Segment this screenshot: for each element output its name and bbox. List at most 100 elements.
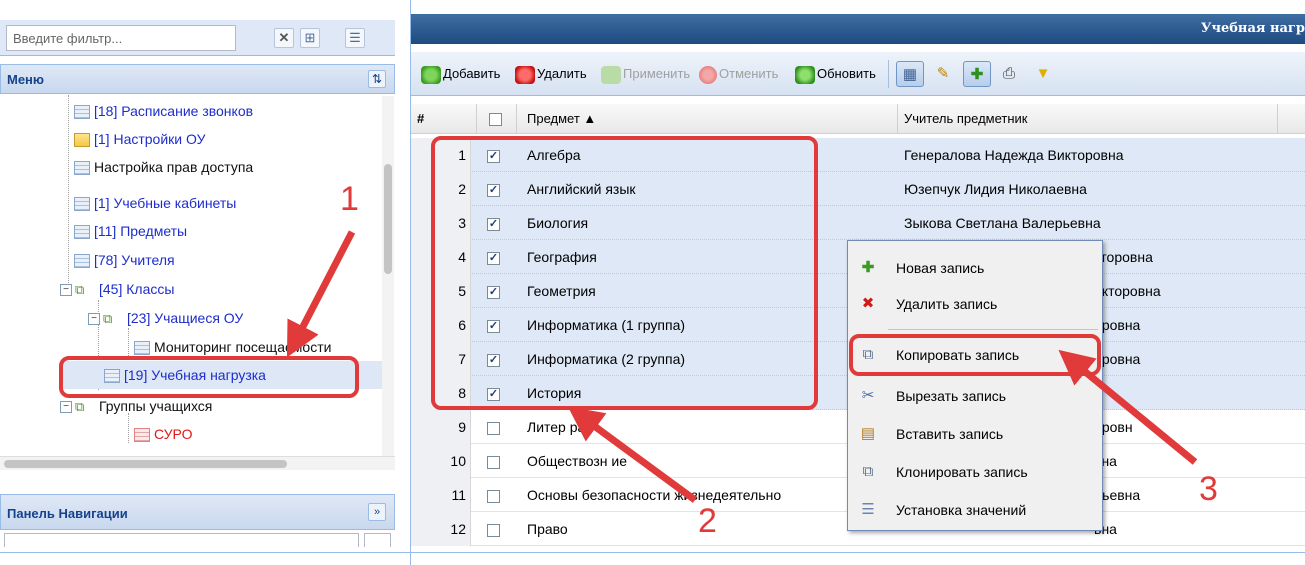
- collapse-node-icon[interactable]: −: [88, 313, 100, 326]
- grid-view-icon[interactable]: ▦: [896, 61, 924, 87]
- tree-item-bell-schedule[interactable]: [18] Расписание звонков: [74, 97, 253, 125]
- tree-item-ou-settings[interactable]: [1] Настройки ОУ: [74, 125, 205, 153]
- annotation-box-3: [849, 334, 1101, 376]
- checkbox-icon[interactable]: [487, 489, 500, 503]
- paste-icon: ▤: [860, 425, 876, 442]
- table-icon: [134, 428, 150, 443]
- tree-item-classrooms[interactable]: [1] Учебные кабинеты: [74, 189, 236, 217]
- tree-vertical-scrollbar[interactable]: [382, 96, 394, 456]
- checkbox-icon[interactable]: [487, 421, 500, 435]
- refresh-button[interactable]: Обновить: [795, 62, 876, 86]
- menu-item-set-values[interactable]: ☰ Установка значений: [848, 493, 1102, 527]
- context-menu: ✚ Новая запись ✖ Удалить запись ⧉ Копироват…: [847, 240, 1103, 531]
- menu-header[interactable]: Меню ⇅: [0, 64, 395, 94]
- column-teacher[interactable]: Учитель предметник: [898, 104, 1278, 134]
- menu-item-new[interactable]: ✚ Новая запись: [848, 251, 1102, 285]
- scrollbar-thumb[interactable]: [384, 164, 392, 274]
- grid-toolbar: Добавить Удалить Применить Отменить Обно…: [411, 52, 1305, 96]
- left-panel: ✕ ⊞ ☰ Меню ⇅ [18] Расписание звонков [1]…: [0, 0, 395, 565]
- table-icon: [74, 225, 90, 240]
- menu-title: Меню: [7, 72, 45, 87]
- tree-item-subjects[interactable]: [11] Предметы: [74, 217, 187, 245]
- table-icon: [74, 161, 90, 176]
- tree-item-suro[interactable]: СУРО: [134, 420, 192, 448]
- tree-item-teachers[interactable]: [78] Учителя: [74, 246, 175, 274]
- list-view-icon[interactable]: ☰: [345, 28, 365, 48]
- settings-table-icon: [74, 133, 90, 148]
- hierarchy-icon: ⧉: [75, 282, 85, 298]
- apply-icon: [601, 65, 621, 84]
- nav-input-button[interactable]: [364, 533, 391, 547]
- annotation-number-2: 2: [698, 502, 717, 540]
- tree-item-students[interactable]: − ⧉ [23] Учащиеся ОУ: [88, 304, 243, 332]
- tree-item-classes[interactable]: − ⧉ [45] Классы: [60, 275, 174, 303]
- filter-input[interactable]: [6, 25, 236, 51]
- clear-filter-icon[interactable]: ✕: [274, 28, 294, 48]
- menu-item-clone[interactable]: ⧉ Клонировать запись: [848, 455, 1102, 489]
- filter-toolbar: ✕ ⊞ ☰: [0, 20, 395, 56]
- checkbox-icon[interactable]: [487, 523, 500, 537]
- select-all-checkbox[interactable]: [489, 113, 502, 127]
- teacher-cell: Юзепчук Лидия Николаевна: [904, 181, 1087, 197]
- column-select-all[interactable]: [477, 104, 517, 134]
- checkbox-icon[interactable]: [487, 455, 500, 469]
- row-checkbox-cell[interactable]: [487, 410, 517, 444]
- grid-header: # Предмет ▲ Учитель предметник: [411, 104, 1305, 134]
- toolbar-separator: [888, 60, 889, 88]
- scissors-icon: ✂: [861, 387, 875, 404]
- row-number: 11: [411, 478, 471, 512]
- row-number: 12: [411, 512, 471, 546]
- menu-item-cut[interactable]: ✂ Вырезать запись: [848, 379, 1102, 413]
- nav-panel-header[interactable]: Панель Навигации »: [0, 494, 395, 530]
- tree-item-access-rights[interactable]: Настройка прав доступа: [74, 153, 253, 181]
- subject-cell: Литер ра: [527, 419, 586, 435]
- hierarchy-icon: ⧉: [75, 399, 85, 415]
- collapse-node-icon[interactable]: −: [60, 401, 72, 414]
- cancel-button[interactable]: Отменить: [699, 62, 778, 86]
- tree-connector: [68, 95, 69, 295]
- table-icon: [74, 197, 90, 212]
- tree-horizontal-scrollbar[interactable]: [0, 456, 395, 470]
- tree-connector: [128, 328, 129, 358]
- nav-panel-title: Панель Навигации: [7, 506, 128, 521]
- teacher-cell: Зыкова Светлана Валерьевна: [904, 215, 1101, 231]
- column-number[interactable]: #: [411, 104, 477, 134]
- annotation-number-1: 1: [340, 180, 359, 218]
- collapse-menu-icon[interactable]: ⇅: [368, 70, 386, 88]
- table-icon: [134, 341, 150, 356]
- annotation-number-3: 3: [1199, 470, 1218, 508]
- delete-button[interactable]: Удалить: [515, 62, 587, 86]
- add-button[interactable]: Добавить: [421, 62, 500, 86]
- add-row-icon[interactable]: ✚: [963, 61, 991, 87]
- add-icon: ✚: [861, 259, 875, 276]
- table-icon: [74, 254, 90, 269]
- collapse-node-icon[interactable]: −: [60, 284, 72, 297]
- print-icon[interactable]: ⎙: [995, 61, 1023, 87]
- expand-panel-icon[interactable]: »: [368, 503, 386, 521]
- expand-tree-icon[interactable]: ⊞: [300, 28, 320, 48]
- nav-input[interactable]: [4, 533, 359, 547]
- hierarchy-icon: ⧉: [103, 311, 113, 327]
- main-title: Учебная нагр: [1200, 21, 1305, 36]
- row-checkbox-cell[interactable]: [487, 512, 517, 546]
- column-subject[interactable]: Предмет ▲: [517, 104, 898, 134]
- annotation-box-2: [431, 136, 818, 410]
- menu-item-delete[interactable]: ✖ Удалить запись: [848, 287, 1102, 321]
- row-checkbox-cell[interactable]: [487, 478, 517, 512]
- nav-panel-body: [0, 531, 395, 551]
- subject-cell: Обществозн ие: [527, 453, 628, 469]
- scrollbar-thumb[interactable]: [4, 460, 287, 468]
- menu-separator: [888, 329, 1098, 330]
- main-title-bar: Учебная нагр: [411, 14, 1305, 44]
- clone-icon: ⧉: [862, 463, 874, 480]
- row-number: 9: [411, 410, 471, 444]
- row-checkbox-cell[interactable]: [487, 444, 517, 478]
- add-icon: [421, 65, 441, 84]
- delete-icon: [515, 65, 535, 84]
- menu-item-paste[interactable]: ▤ Вставить запись: [848, 417, 1102, 451]
- apply-button[interactable]: Применить: [601, 62, 690, 86]
- delete-icon: ✖: [861, 295, 875, 312]
- filter-icon[interactable]: ▼: [1029, 61, 1057, 87]
- edit-icon[interactable]: ✎: [929, 61, 957, 87]
- refresh-icon: [795, 65, 815, 84]
